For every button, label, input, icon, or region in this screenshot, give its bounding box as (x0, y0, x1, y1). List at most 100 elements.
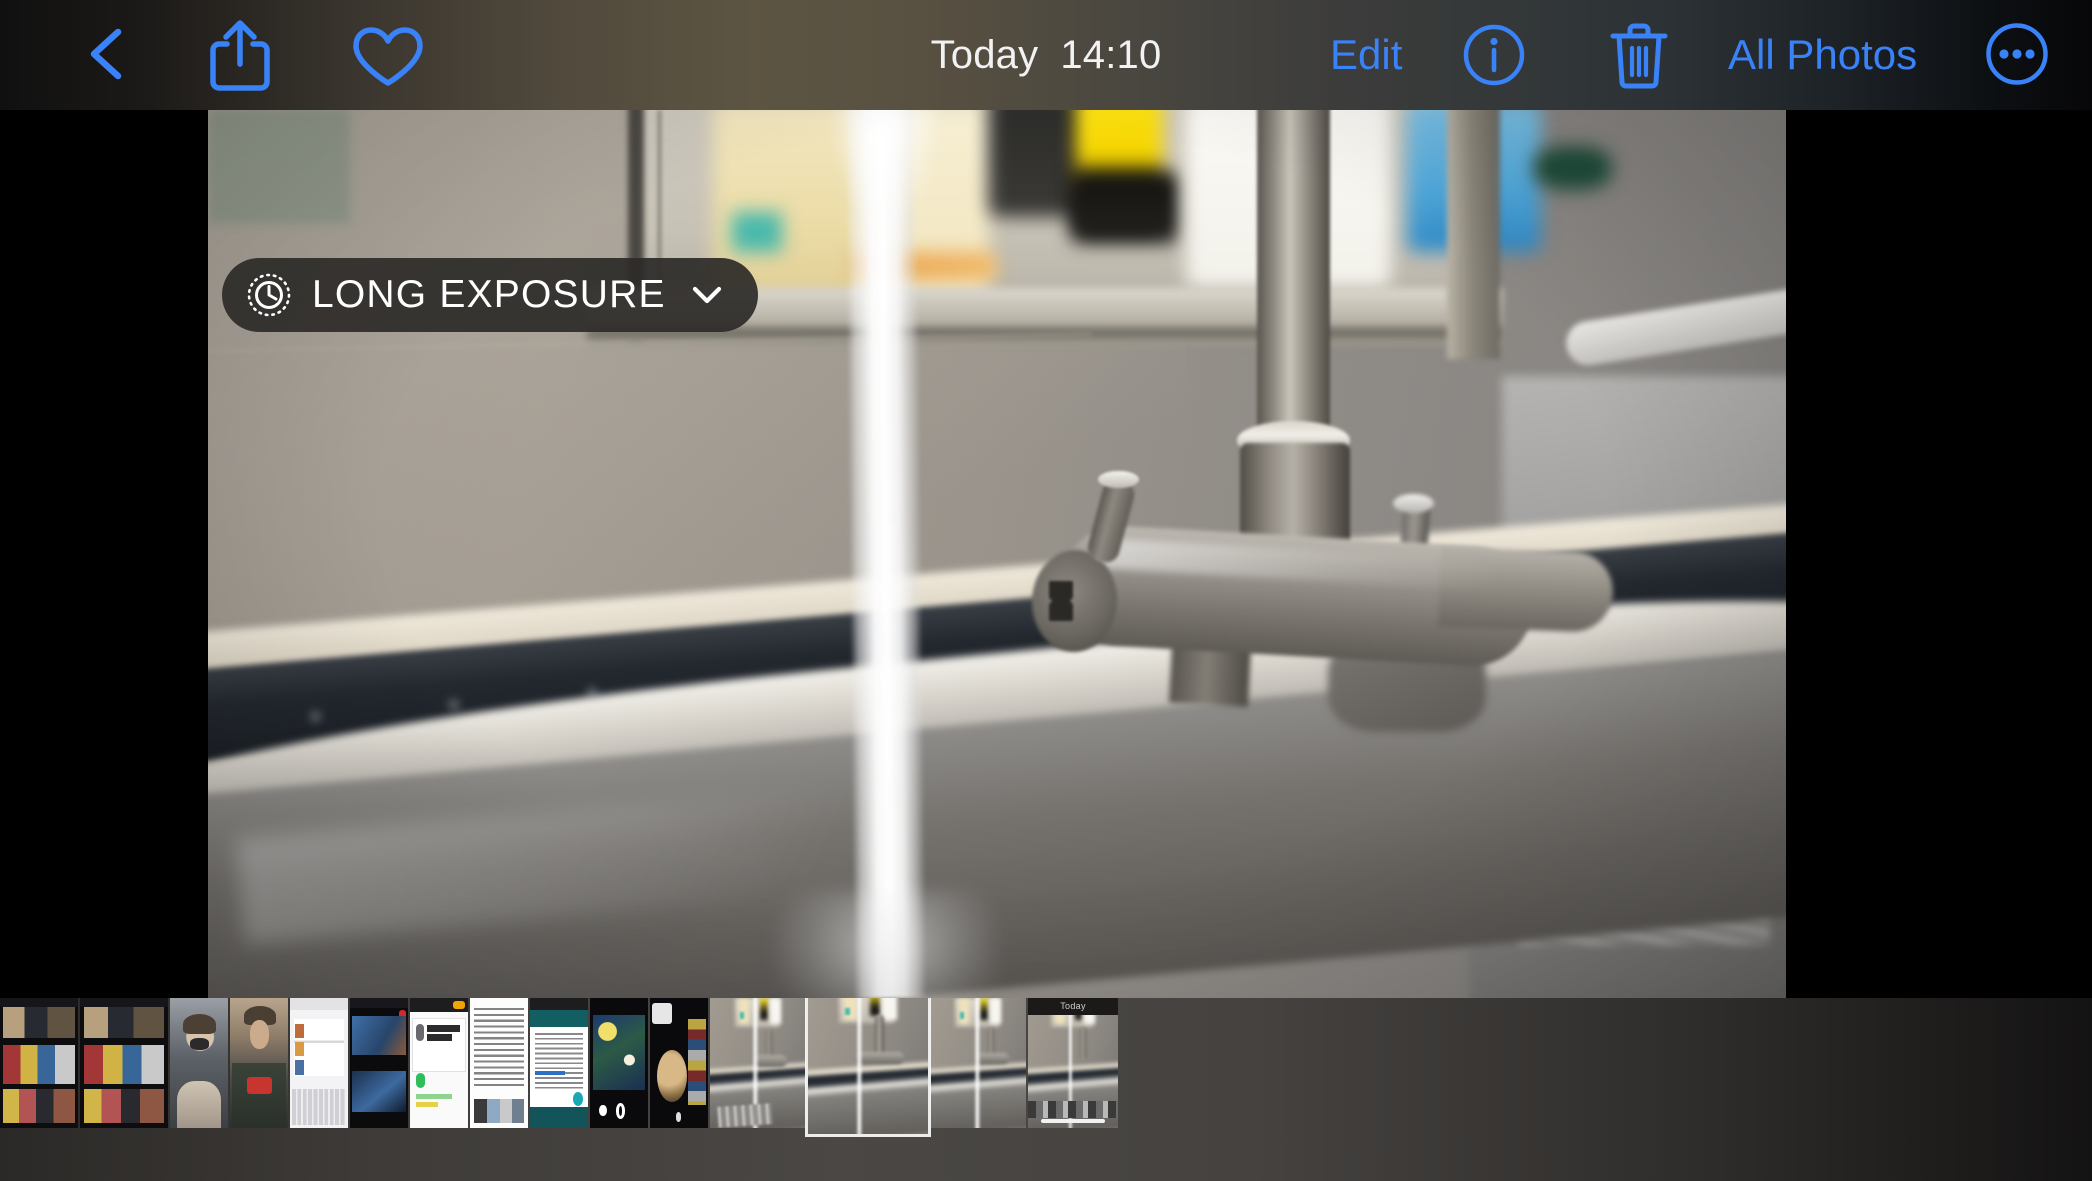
thumbnail-nested-scrollbar (1040, 1118, 1106, 1123)
edit-button[interactable]: Edit (1330, 0, 1402, 110)
thumbnail-keyboard (291, 1089, 347, 1126)
trash-icon (1610, 23, 1668, 89)
photo-bottle-cap-green (1533, 145, 1613, 190)
thumbnail-topbar (530, 998, 588, 1010)
thumbnail-faucet-body (754, 1055, 787, 1067)
photo-water-stream (843, 110, 926, 998)
thumbnail-face (249, 1020, 270, 1049)
list-item[interactable] (80, 998, 168, 1128)
thumbnail-camera-screen (650, 998, 708, 1128)
long-exposure-badge[interactable]: LONG EXPOSURE (222, 258, 758, 332)
thumbnail-tap-water (930, 998, 1026, 1128)
photo-time: 14:10 (1060, 32, 1162, 77)
list-item[interactable] (290, 998, 348, 1128)
thumbnail-text-line (426, 1025, 461, 1032)
thumbnail-label (739, 1012, 744, 1019)
filmstrip-selected-thumbnail[interactable] (808, 998, 928, 1134)
thumbnail-bottle (870, 998, 880, 1017)
thumbnail-row (3, 1089, 75, 1123)
list-item[interactable] (350, 998, 408, 1128)
thumbnail-bottle (882, 998, 897, 1021)
list-item[interactable] (230, 998, 288, 1128)
thumbnail-nested-title: Today (1060, 1001, 1086, 1012)
thumbnail-round-object (656, 1050, 688, 1102)
list-item[interactable] (470, 998, 528, 1128)
thumbnail-topbar (350, 998, 408, 1009)
thumbnail-water-stream (974, 998, 981, 1128)
thumbnail-teal-page (530, 998, 588, 1128)
more-options-button[interactable] (1985, 22, 2049, 86)
photo-faucet-column (1257, 110, 1330, 466)
thumbnail-topbar (0, 998, 78, 1008)
thumbnail-tap-water-selected (808, 998, 928, 1134)
list-item[interactable] (170, 998, 228, 1128)
thumbnail-hat (182, 1013, 217, 1035)
thumbnail-sunglasses (190, 1038, 209, 1050)
thumbnail-drainer (717, 1102, 773, 1128)
share-icon (210, 20, 270, 91)
thumbnail-bottle (979, 998, 988, 1021)
thumbnail-search-screenshot (290, 998, 348, 1128)
thumbnail-result-art (295, 1042, 305, 1057)
thumbnail-link-line (534, 1070, 565, 1076)
filmstrip-thumbnails[interactable]: Today (0, 998, 1120, 1134)
photo-stage[interactable]: LONG EXPOSURE (0, 110, 2092, 998)
thumbnail-water-stream (856, 998, 864, 1134)
thumbnail-faucet-body (856, 1051, 904, 1065)
thumbnail-result-art (295, 1060, 305, 1075)
thumbnail-bar (415, 1094, 452, 1099)
list-item[interactable] (530, 998, 588, 1128)
thumbnail-image-row (474, 1099, 524, 1123)
photo-faucet-cap-holes (1049, 580, 1073, 622)
photo-window-post (1446, 110, 1501, 359)
info-circle-icon (1463, 24, 1525, 86)
thumbnail-bottle (769, 998, 782, 1024)
thumbnail-shirt (232, 1063, 286, 1128)
back-button[interactable] (74, 22, 138, 86)
share-button[interactable] (205, 18, 275, 92)
thumbnail-clock (652, 1003, 673, 1024)
photo-label-green-text (208, 110, 351, 226)
all-photos-button[interactable]: All Photos (1728, 0, 1917, 110)
thumbnail-video-app (350, 998, 408, 1128)
list-item[interactable] (0, 998, 78, 1128)
heart-icon (353, 27, 423, 86)
long-exposure-timer-icon (246, 272, 292, 318)
thumbnail-bar (415, 1102, 438, 1107)
favorite-button[interactable] (350, 26, 426, 88)
thumbnail-button (452, 1001, 465, 1010)
photo-viewer[interactable] (208, 110, 1786, 998)
thumbnail-bottle (759, 998, 768, 1021)
thumbnail-tap-water (710, 998, 806, 1128)
thumbnail-faucet (1080, 1026, 1087, 1061)
thumbnail-score-badge (415, 1073, 426, 1088)
thumbnail-portrait (230, 998, 288, 1128)
thumbnail-header-band (530, 1009, 588, 1027)
delete-button[interactable] (1608, 20, 1670, 90)
list-item[interactable] (930, 998, 1026, 1128)
thumbnail-faucet (875, 1014, 884, 1058)
photo-water-stream-top (829, 110, 941, 226)
thumbnail-label (845, 1007, 850, 1015)
long-exposure-label: LONG EXPOSURE (312, 273, 666, 316)
photo-secondary-spout-cap (1393, 493, 1435, 514)
photo-label-teal (731, 212, 783, 253)
thumbnail-bottle (989, 998, 1002, 1024)
list-item[interactable] (410, 998, 468, 1128)
thumbnail-shirt (176, 1081, 222, 1128)
info-button[interactable] (1463, 24, 1525, 86)
list-item[interactable] (590, 998, 648, 1128)
chevron-left-icon (90, 28, 122, 80)
list-item[interactable] (650, 998, 708, 1128)
chevron-down-icon[interactable] (686, 274, 728, 316)
thumbnail-faucet-body (976, 1052, 1009, 1065)
thumbnail-video-still (351, 1016, 407, 1056)
thumbnail-video-still (351, 1070, 407, 1113)
list-item[interactable]: Today (1028, 998, 1118, 1128)
photo-date: Today (930, 32, 1039, 77)
thumbnail-topbar (290, 998, 348, 1010)
list-item[interactable] (710, 998, 806, 1128)
thumbnail-logo (247, 1077, 272, 1095)
thumbnail-canvas (593, 1014, 645, 1091)
photo-filmstrip[interactable]: Today (0, 998, 2092, 1181)
